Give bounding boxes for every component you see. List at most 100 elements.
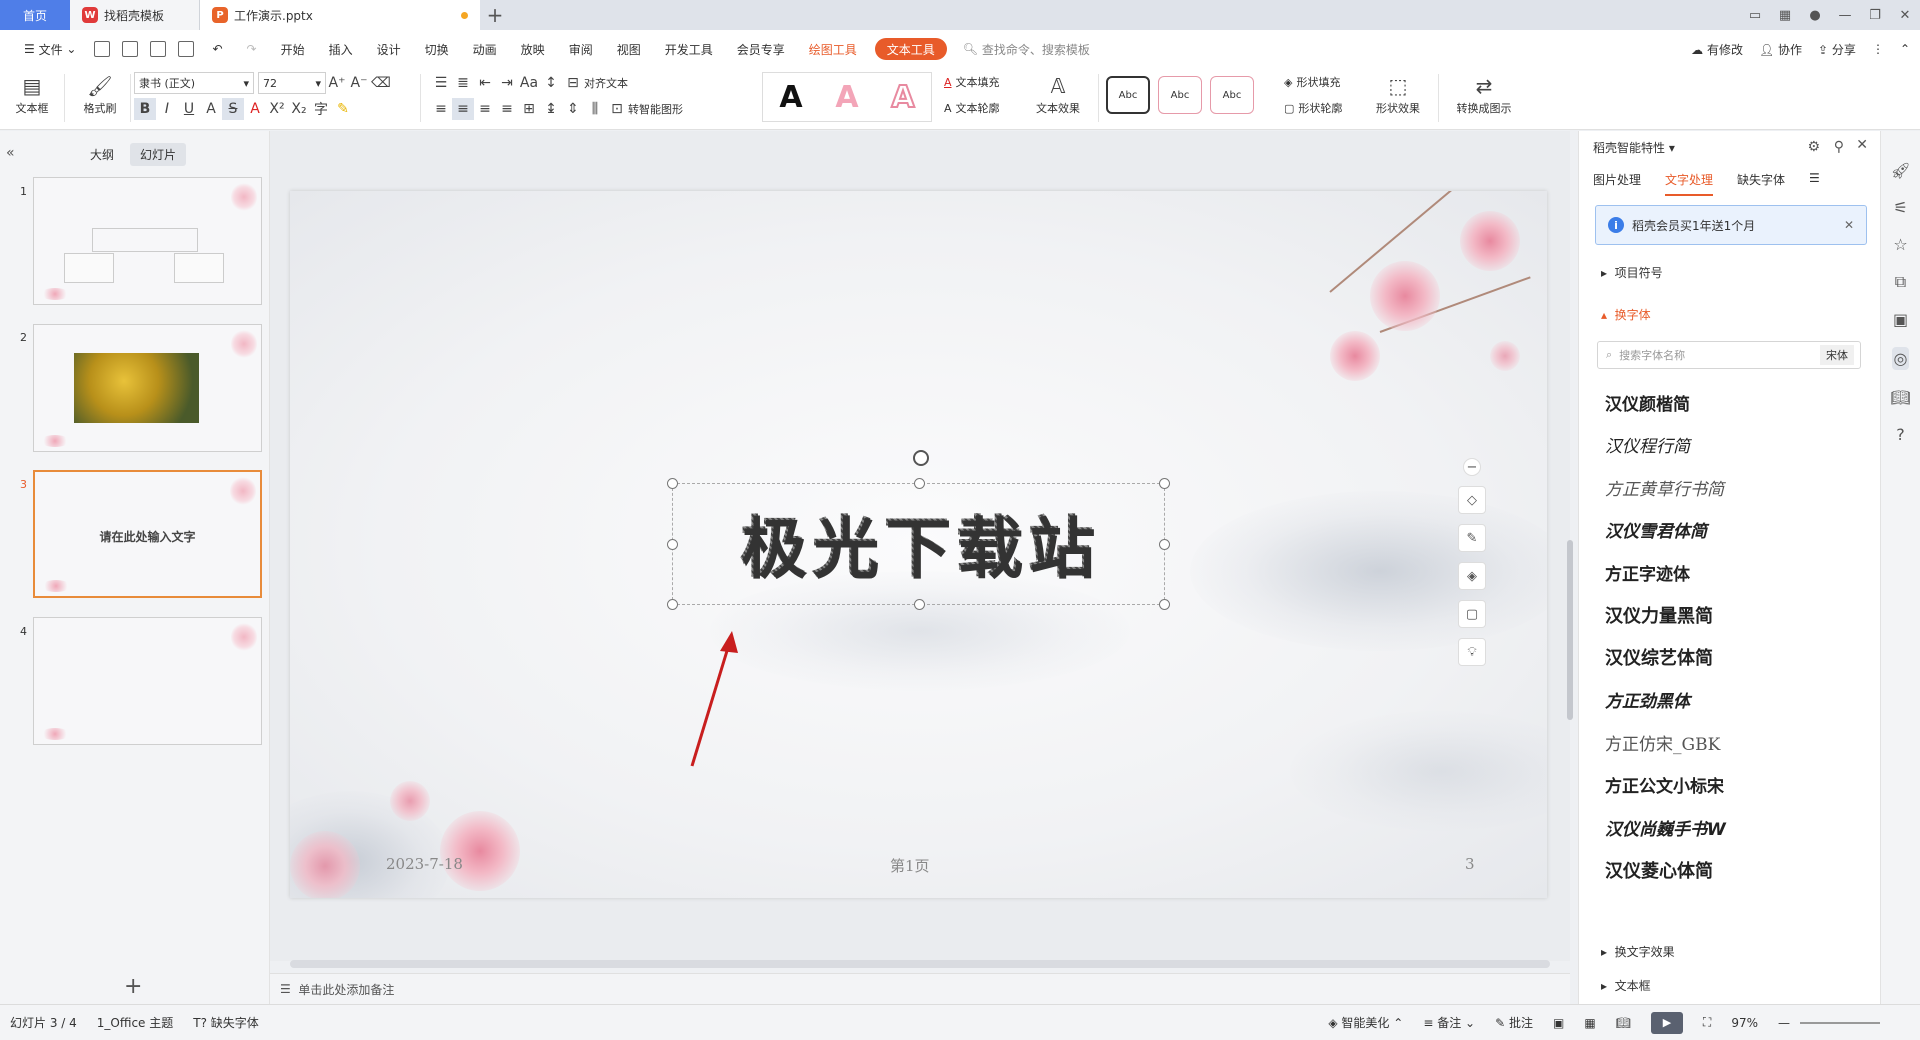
section-textbox[interactable]: ▸ 文本框 [1601, 977, 1651, 994]
smart-icon[interactable]: ◎ [1891, 347, 1910, 370]
font-item[interactable]: 汉仪菱心体简 [1593, 849, 1865, 892]
collab-button[interactable]: 👤︎ 协作 [1759, 41, 1802, 58]
font-item[interactable]: 汉仪雪君体简 [1593, 509, 1865, 552]
close-icon[interactable]: ✕ [1844, 218, 1854, 232]
align-left-icon[interactable]: ≡ [430, 98, 452, 120]
textbox-button[interactable]: ▤ 文本框 [10, 72, 54, 116]
columns-icon[interactable]: ⫼ [584, 98, 606, 120]
tab-home[interactable]: 首页 [0, 0, 70, 30]
vertical-scrollbar[interactable] [1566, 140, 1574, 970]
normal-view-icon[interactable]: ▣ [1543, 1016, 1574, 1030]
font-item[interactable]: 汉仪颜楷简 [1593, 381, 1865, 424]
play-button[interactable]: ▶ [1650, 1011, 1683, 1034]
underline-icon[interactable]: U [178, 98, 200, 120]
image-icon[interactable]: ▣ [1893, 310, 1908, 329]
menu-draw-tool[interactable]: 绘图工具 [797, 30, 869, 68]
new-tab-button[interactable]: + [480, 0, 510, 30]
tab-text-process[interactable]: 文字处理 [1665, 171, 1714, 196]
sorter-view-icon[interactable]: ▦ [1574, 1016, 1605, 1030]
promo-banner[interactable]: i 稻壳会员买1年送1个月 ✕ [1595, 205, 1867, 245]
sliders-icon[interactable]: ⚟ [1893, 198, 1907, 217]
file-menu[interactable]: ☰ 文件 ⌄ [12, 30, 88, 68]
comments-button[interactable]: ✎ 批注 [1485, 1014, 1543, 1031]
font-item[interactable]: 汉仪程行简 [1593, 424, 1865, 467]
default-font-badge[interactable]: 宋体 [1820, 345, 1854, 365]
font-size-select[interactable]: 72 ▾ [258, 72, 326, 94]
close-panel-icon[interactable]: ✕ [1856, 137, 1868, 153]
shadow-text-icon[interactable]: A [200, 98, 222, 120]
book-icon[interactable]: 📖︎ [1890, 388, 1910, 407]
smart-shape-label[interactable]: 转智能图形 [628, 101, 683, 117]
zoom-level[interactable]: 97% [1721, 1016, 1768, 1030]
font-item[interactable]: 方正劲黑体 [1593, 679, 1865, 722]
preview-icon[interactable] [178, 41, 195, 57]
slide-thumbnail-4[interactable] [33, 617, 262, 745]
tab-missing-font[interactable]: 缺失字体 [1737, 171, 1785, 196]
superscript-icon[interactable]: X² [266, 98, 288, 120]
clear-format-icon[interactable]: ⌫ [370, 72, 392, 94]
settings-icon[interactable]: ⚙ [1807, 139, 1820, 155]
menu-start[interactable]: 开始 [269, 30, 317, 68]
menu-slideshow[interactable]: 放映 [509, 30, 557, 68]
grid-icon[interactable]: ▦ [1770, 8, 1800, 23]
numbering-icon[interactable]: ≣ [452, 72, 474, 94]
slide-thumbnail-2[interactable] [33, 324, 262, 452]
indent-icon[interactable]: ⇥ [496, 72, 518, 94]
subscript-icon[interactable]: X₂ [288, 98, 310, 120]
horizontal-scrollbar[interactable] [290, 960, 1550, 968]
distribute-icon[interactable]: ⊞ [518, 98, 540, 120]
shrink-font-icon[interactable]: A⁻ [348, 72, 370, 94]
menu-view[interactable]: 视图 [605, 30, 653, 68]
resize-handle[interactable] [914, 599, 925, 610]
tab-document[interactable]: P 工作演示.pptx [200, 0, 480, 30]
phonetic-icon[interactable]: 字 [310, 98, 332, 120]
shape-style-1[interactable]: Abc [1106, 76, 1150, 114]
menu-insert[interactable]: 插入 [317, 30, 365, 68]
bold-icon[interactable]: B [134, 98, 156, 120]
lightbulb-icon[interactable]: 💡︎ [1458, 638, 1486, 666]
tab-image-process[interactable]: 图片处理 [1593, 171, 1641, 196]
section-bullets[interactable]: ▸ 项目符号 [1601, 264, 1663, 281]
share-button[interactable]: ⇪ 分享 [1818, 41, 1856, 58]
title-textbox[interactable]: 极光下载站 [667, 450, 1170, 610]
shape-effect-button[interactable]: ⬚ 形状效果 [1368, 72, 1428, 116]
text-outline-button[interactable]: A 文本轮廓 [944, 100, 1000, 116]
text-fill-button[interactable]: A 文本填充 [944, 74, 1000, 90]
align-center-icon[interactable]: ≡ [452, 98, 474, 120]
layers-icon[interactable]: ◇ [1458, 486, 1486, 514]
section-change-font[interactable]: ▴ 换字体 [1601, 306, 1651, 323]
strikethrough-icon[interactable]: S [222, 98, 244, 120]
add-slide-button[interactable]: + [124, 974, 142, 999]
scroll-thumb[interactable] [1567, 540, 1573, 720]
section-text-effect[interactable]: ▸ 换文字效果 [1601, 943, 1675, 960]
redo-icon[interactable]: ↷ [235, 30, 269, 68]
slide-thumbnail-1[interactable] [33, 177, 262, 305]
fill-icon[interactable]: ◈ [1458, 562, 1486, 590]
sort-icon[interactable]: ↕ [540, 72, 562, 94]
rocket-icon[interactable]: 🚀︎ [1890, 161, 1910, 180]
frame-icon[interactable]: ▢ [1458, 600, 1486, 628]
menu-developer[interactable]: 开发工具 [653, 30, 725, 68]
slide-thumbnail-3[interactable]: 请在此处输入文字 [33, 470, 262, 598]
resize-handle[interactable] [667, 599, 678, 610]
zoom-out-icon[interactable]: — [1768, 1016, 1800, 1030]
resize-handle[interactable] [1159, 599, 1170, 610]
collapse-panel-icon[interactable]: « [6, 145, 15, 161]
theme-name[interactable]: 1_Office 主题 [87, 1014, 183, 1031]
font-item[interactable]: 方正字迹体 [1593, 551, 1865, 594]
tab-template[interactable]: W 找稻壳模板 [70, 0, 200, 30]
font-search-input[interactable]: ⌕ 搜索字体名称 宋体 [1597, 341, 1861, 369]
print-icon[interactable] [150, 41, 167, 57]
italic-icon[interactable]: I [156, 98, 178, 120]
slide[interactable]: 极光下载站 − ◇ ✎ ◈ ▢ 💡︎ 2023-7-18 第1页 3 [290, 191, 1547, 898]
layout-icon[interactable]: ▭ [1740, 8, 1770, 23]
menu-design[interactable]: 设计 [365, 30, 413, 68]
font-item[interactable]: 汉仪尚巍手书W [1593, 806, 1865, 849]
outdent-icon[interactable]: ⇤ [474, 72, 496, 94]
smart-shape-icon[interactable]: ⊡ [606, 98, 628, 120]
restore-icon[interactable]: ❐ [1860, 8, 1890, 23]
collapse-toolbar-icon[interactable]: − [1463, 458, 1481, 476]
grow-font-icon[interactable]: A⁺ [326, 72, 348, 94]
highlight-icon[interactable]: ✎ [332, 98, 354, 120]
resize-handle[interactable] [667, 478, 678, 489]
